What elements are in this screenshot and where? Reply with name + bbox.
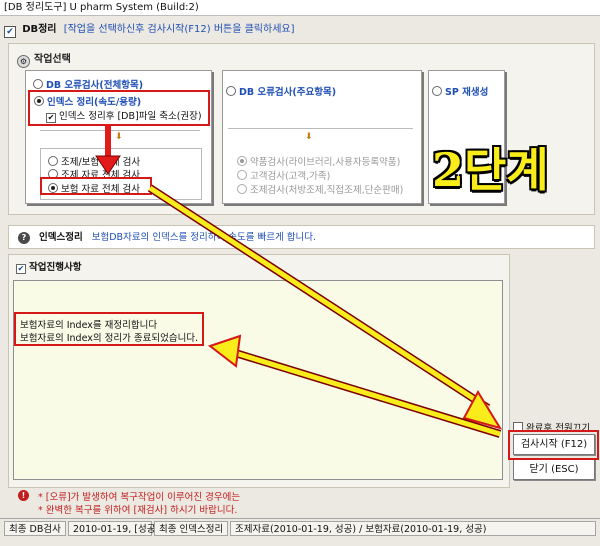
task-select-label: 작업선택: [34, 54, 71, 65]
radio-icon: [237, 184, 247, 194]
question-icon: ?: [18, 232, 30, 244]
radio-check-dispense[interactable]: 조제검사(처방조제,직접조제,단순판매): [237, 182, 403, 196]
radio-icon: [237, 170, 247, 180]
status-index-label: 최종 인덱스정리: [154, 521, 228, 536]
radio-icon: [48, 156, 58, 166]
status-db-check-label: 최종 DB검사: [4, 521, 66, 536]
annotation-box-start: [508, 430, 599, 460]
status-db-check-value: 2010-01-19, [성공]: [68, 521, 159, 536]
progress-title: 작업진행사항: [29, 262, 82, 273]
down-arrow-icon: ⬇: [115, 132, 123, 142]
gear-icon: ⚙: [17, 55, 30, 68]
section-check-icon: ✔: [4, 26, 16, 38]
radio-db-major-check[interactable]: DB 오류검사(주요항목): [226, 84, 336, 98]
window-title: [DB 정리도구] U pharm System (Build:2): [0, 0, 600, 16]
status-index-value: 조제자료(2010-01-19, 성공) / 보험자료(2010-01-19, …: [230, 521, 596, 536]
radio-icon: [226, 86, 236, 96]
down-arrow-icon: ⬇: [305, 132, 313, 142]
warning-icon-wrap: !: [18, 490, 29, 501]
close-button[interactable]: 닫기 (ESC): [513, 459, 595, 480]
annotation-box-index: [28, 90, 210, 126]
warning-icon: !: [18, 490, 29, 501]
radio-check-customers[interactable]: 고객검사(고객,가족): [237, 168, 330, 182]
warning-line: * [오류]가 발생하여 복구작업이 이루어진 경우에는: [38, 492, 241, 503]
info-title: 인덱스정리: [39, 232, 83, 243]
info-text: 보험DB자료의 인덱스를 정리하여 속도를 빠르게 합니다.: [91, 232, 316, 243]
annotation-box-log: [14, 312, 204, 346]
progress-title-row: ✔ 작업진행사항: [16, 259, 81, 274]
divider: [40, 130, 200, 131]
radio-scope-all[interactable]: 조제/보험 전체 검사: [48, 154, 140, 168]
divider: [228, 128, 413, 129]
step-annotation: 2단계: [432, 143, 549, 197]
status-bar: 최종 DB검사 2010-01-19, [성공] 최종 인덱스정리 조제자료(2…: [0, 518, 600, 539]
radio-check-drugs[interactable]: 약품검사(라이브러리,사용자등록약품): [237, 154, 400, 168]
db-cleanup-window: [DB 정리도구] U pharm System (Build:2) ✔ DB정…: [0, 0, 600, 546]
progress-log[interactable]: [13, 280, 503, 480]
radio-db-full-check[interactable]: DB 오류검사(전체항목): [33, 77, 143, 91]
checkbox-checked-icon: ✔: [16, 264, 26, 274]
task-select-title: ⚙ 작업선택: [17, 50, 71, 68]
annotation-box-insurance: [40, 177, 152, 195]
radio-icon: [432, 86, 442, 96]
section-hint: [작업을 선택하신후 검사시작(F12) 버튼을 클릭하세요]: [63, 24, 295, 35]
section-header: ✔ DB정리 [작업을 선택하신후 검사시작(F12) 버튼을 클릭하세요]: [4, 22, 596, 38]
radio-icon: [33, 79, 43, 89]
radio-sp-rebuild[interactable]: SP 재생성: [432, 84, 488, 98]
info-line: ? 인덱스정리 보험DB자료의 인덱스를 정리하여 속도를 빠르게 합니다.: [18, 229, 316, 244]
section-title: DB정리: [22, 24, 57, 35]
warning-line: * 완벽한 복구를 위하여 [재검사] 하시기 바랍니다.: [38, 505, 238, 516]
radio-selected-icon: [237, 156, 247, 166]
